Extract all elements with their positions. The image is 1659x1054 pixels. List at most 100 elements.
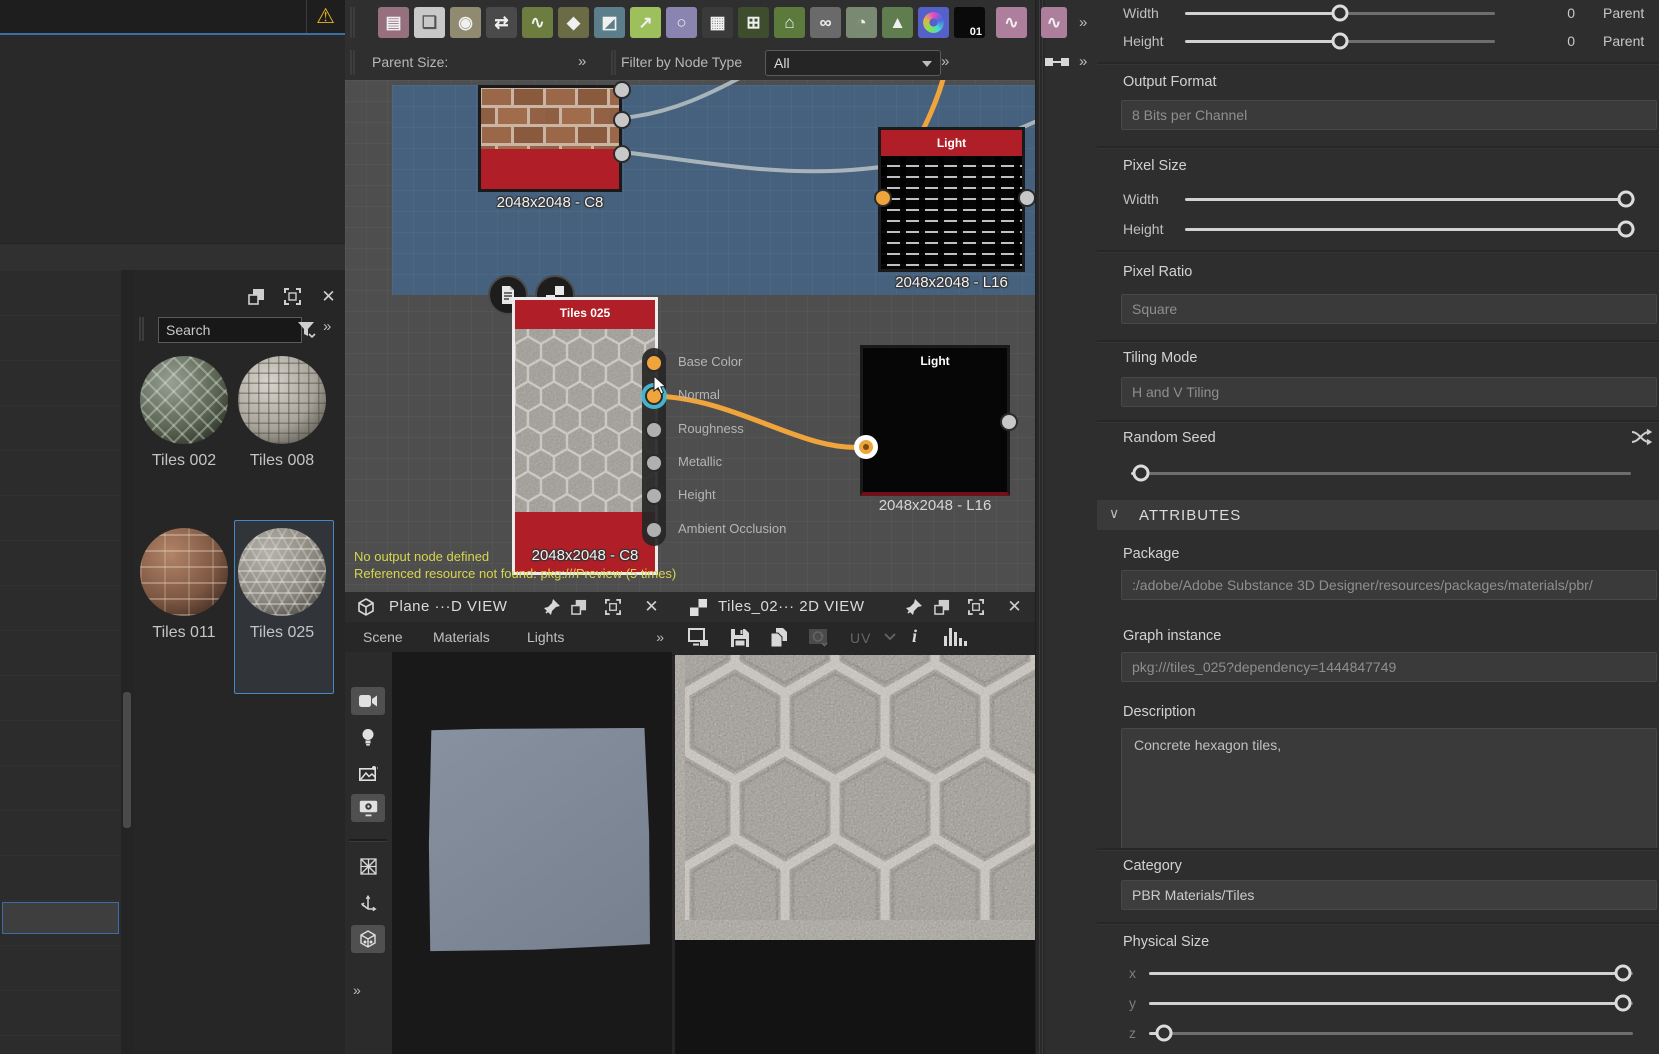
view-3d-viewport[interactable] — [392, 652, 672, 1054]
maximize-icon[interactable] — [284, 288, 301, 305]
pixel-width-slider[interactable] — [1185, 198, 1635, 201]
curve-node-icon[interactable]: ∿ — [522, 7, 553, 38]
histogram-icon[interactable] — [944, 628, 967, 646]
maximize-icon[interactable] — [605, 599, 622, 616]
close-icon[interactable]: ✕ — [1006, 597, 1023, 614]
input-port-connected-highlight[interactable] — [854, 435, 878, 459]
export-display-icon[interactable] — [688, 628, 710, 648]
output-port-base-color[interactable] — [645, 354, 663, 372]
height-value[interactable]: 0 — [1495, 33, 1575, 49]
scrollbar[interactable] — [121, 270, 133, 1054]
slider-knob[interactable] — [1618, 221, 1635, 238]
node-type-dropdown[interactable]: All — [765, 50, 941, 76]
view-2d-header[interactable]: Tiles_02··· 2D VIEW ✕ — [672, 592, 1035, 623]
menu-scene[interactable]: Scene — [363, 629, 403, 645]
toolbar-overflow-chevron[interactable]: » — [1079, 14, 1087, 31]
pin-icon[interactable] — [543, 598, 561, 621]
output-port-ambient-occlusion[interactable] — [645, 521, 663, 539]
scrollbar-thumb[interactable] — [123, 692, 131, 828]
shuffle-node-icon[interactable]: ⇄ — [486, 7, 517, 38]
toolbar-overflow-chevron[interactable]: » — [353, 982, 361, 998]
node-link-icon[interactable] — [1045, 55, 1071, 72]
light-node-top[interactable]: Light — [878, 127, 1025, 272]
graph-view[interactable]: 2048x2048 - C8 Light 2048x2048 - L16 Til… — [345, 80, 1035, 592]
output-port[interactable] — [613, 111, 631, 129]
environment-image-icon[interactable] — [351, 759, 385, 787]
texture-2d-preview[interactable] — [675, 655, 1035, 940]
light-bulb-icon[interactable] — [351, 723, 385, 751]
physical-x-slider[interactable] — [1149, 972, 1633, 975]
uv-mode-label[interactable]: UV — [850, 630, 871, 646]
material-item[interactable]: Tiles 011 — [139, 528, 229, 642]
width-slider[interactable] — [1185, 12, 1495, 15]
output-port[interactable] — [1018, 189, 1035, 207]
material-sphere-preview[interactable] — [140, 356, 228, 444]
sphere-node-icon[interactable]: ◔ — [846, 7, 877, 38]
material-item[interactable]: Tiles 008 — [237, 356, 327, 470]
slider-knob[interactable] — [1133, 465, 1150, 482]
input-node-icon[interactable]: ⊞ — [738, 7, 769, 38]
toolbar-overflow-chevron[interactable]: » — [1079, 53, 1087, 70]
refresh-image-icon[interactable] — [808, 628, 830, 648]
restore-icon[interactable] — [934, 599, 951, 616]
spline-node-icon-clipped[interactable]: ∿ — [1041, 7, 1067, 38]
package-field[interactable]: :/adobe/Adobe Substance 3D Designer/reso… — [1121, 570, 1657, 600]
material-sphere-preview[interactable] — [238, 528, 326, 616]
warning-icon[interactable]: ⚠ — [316, 3, 335, 31]
link-node-icon[interactable]: ∞ — [810, 7, 841, 38]
material-item[interactable]: Tiles 002 — [139, 356, 229, 470]
tile-sampler-node-icon[interactable]: ▦ — [702, 7, 733, 38]
url-input[interactable]: ⚠ — [0, 0, 345, 35]
attributes-section-header[interactable]: ∨ ATTRIBUTES — [1097, 500, 1659, 530]
maximize-icon[interactable] — [968, 599, 985, 616]
random-seed-slider[interactable] — [1131, 472, 1631, 475]
shape-node-icon[interactable]: ○ — [666, 7, 697, 38]
slider-knob[interactable] — [1332, 5, 1349, 22]
slider-knob[interactable] — [1618, 191, 1635, 208]
slider-knob[interactable] — [1615, 965, 1632, 982]
output-port[interactable] — [613, 81, 631, 99]
close-icon[interactable]: ✕ — [643, 597, 660, 614]
bitmap-01-node-icon[interactable]: 01 — [954, 7, 985, 38]
tiles-025-node[interactable]: Tiles 025 — [512, 297, 658, 575]
panel-handle[interactable] — [139, 317, 141, 341]
output-port[interactable] — [613, 145, 631, 163]
panel-handle[interactable] — [611, 50, 613, 75]
panel-handle[interactable] — [350, 50, 352, 75]
copy-icon[interactable] — [770, 628, 788, 648]
output-port-height[interactable] — [645, 487, 663, 505]
blend-node-icon[interactable]: ◉ — [450, 7, 481, 38]
filter-overflow-chevron[interactable]: » — [941, 53, 949, 70]
list-item-selected[interactable] — [2, 902, 119, 934]
light-node-bottom[interactable]: Light — [860, 345, 1010, 496]
width-parent-mode[interactable]: Parent — [1603, 5, 1655, 21]
height-slider[interactable] — [1185, 40, 1495, 43]
levels-node-icon[interactable]: ◆ — [558, 7, 589, 38]
input-port-connected[interactable] — [874, 189, 892, 207]
output-port[interactable] — [1000, 413, 1018, 431]
library-overflow-chevron[interactable]: » — [323, 318, 331, 335]
restore-icon[interactable] — [571, 599, 588, 616]
scene-node-icon[interactable]: ⌂ — [774, 7, 805, 38]
save-icon[interactable] — [730, 628, 750, 648]
transform2d-node-icon[interactable]: ↗ — [630, 7, 661, 38]
slider-knob[interactable] — [1155, 1025, 1172, 1042]
brick-material-node[interactable] — [478, 85, 622, 192]
graph-instance-field[interactable]: pkg:///tiles_025?dependency=1444847749 — [1121, 652, 1657, 682]
material-sphere-preview[interactable] — [140, 528, 228, 616]
chevron-down-icon[interactable] — [884, 633, 896, 641]
view-3d-header[interactable]: Plane ···D VIEW ✕ — [345, 592, 672, 623]
output-port-roughness[interactable] — [645, 421, 663, 439]
spline-node-icon-partial[interactable]: ∿ — [996, 7, 1027, 38]
width-value[interactable]: 0 — [1495, 5, 1575, 21]
cube-mesh-icon[interactable] — [351, 925, 385, 953]
info-icon[interactable]: i — [912, 626, 917, 647]
panel-handle[interactable] — [350, 7, 352, 38]
menu-materials[interactable]: Materials — [433, 629, 490, 645]
color-wheel-node-icon[interactable] — [918, 7, 949, 38]
output-port-metallic[interactable] — [645, 454, 663, 472]
camera-icon[interactable] — [351, 687, 385, 715]
close-icon[interactable]: ✕ — [320, 288, 337, 305]
search-input[interactable]: Search — [158, 317, 302, 343]
menu-overflow-chevron[interactable]: » — [656, 629, 664, 645]
